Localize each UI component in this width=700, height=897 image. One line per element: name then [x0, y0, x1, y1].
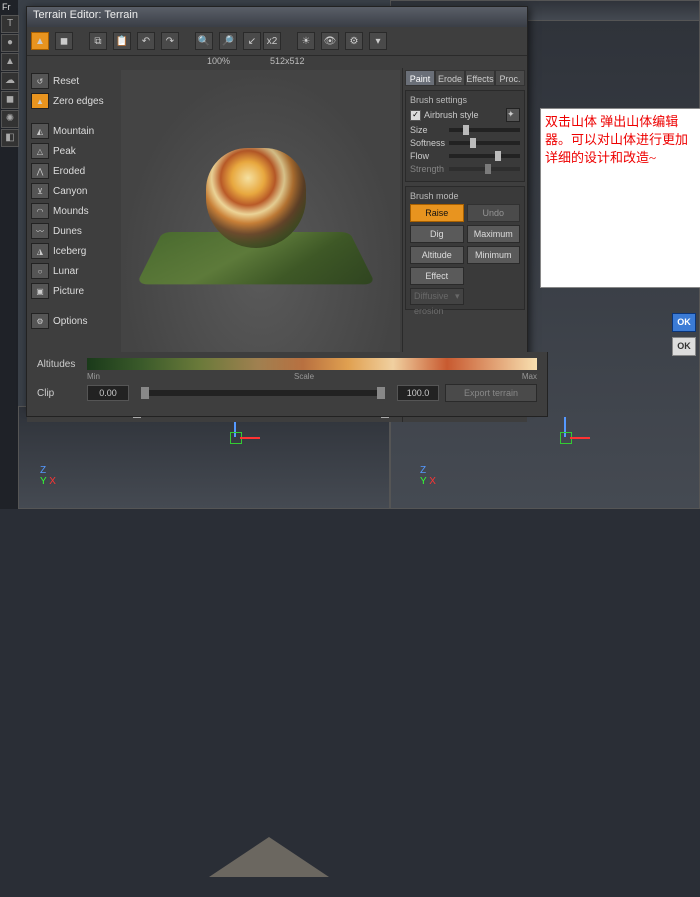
clip-low-input[interactable]: 0.00: [87, 385, 129, 401]
strength-slider: [449, 167, 520, 171]
brush-settings-group: Brush settings ✓Airbrush style ✦ Size Sof…: [405, 90, 525, 182]
preset-iceberg[interactable]: ◮Iceberg: [29, 242, 117, 260]
scale-up-icon[interactable]: x2: [263, 32, 281, 50]
altitude-button[interactable]: Altitude: [410, 246, 464, 264]
dig-button[interactable]: Dig: [410, 225, 464, 243]
tool-sphere-icon[interactable]: ●: [1, 34, 19, 52]
tool-cloud-icon[interactable]: ☁: [1, 72, 19, 90]
preset-peak[interactable]: △Peak: [29, 142, 117, 160]
canvas-size: 512x512: [270, 56, 305, 66]
terrain-editor-window: Terrain Editor: Terrain ▲ ◼ ⧉ 📋 ↶ ↷ 🔍 🔎 …: [26, 6, 528, 408]
window-title: Terrain Editor: Terrain: [33, 9, 138, 21]
tool-misc-icon[interactable]: ◧: [1, 129, 19, 147]
preset-picture[interactable]: ▣Picture: [29, 282, 117, 300]
paste-icon[interactable]: 📋: [113, 32, 131, 50]
panel-tabs: Paint Erode Effects Proc.: [405, 70, 525, 86]
tool-text-icon[interactable]: T: [1, 15, 19, 33]
clip-label: Clip: [37, 388, 81, 399]
preset-dunes[interactable]: 〰Dunes: [29, 222, 117, 240]
tool-cube-icon[interactable]: ◼: [1, 91, 19, 109]
minimum-button[interactable]: Minimum: [467, 246, 521, 264]
terrain-silhouette: [149, 827, 389, 897]
maximum-button[interactable]: Maximum: [467, 225, 521, 243]
gradient-scale: Scale: [294, 372, 314, 381]
clip-high-input[interactable]: 100.0: [397, 385, 439, 401]
size-slider[interactable]: [449, 128, 520, 132]
tab-erode[interactable]: Erode: [435, 70, 465, 86]
preset-canyon[interactable]: ⊻Canyon: [29, 182, 117, 200]
zero-edges-button[interactable]: ▲Zero edges: [29, 92, 117, 110]
window-titlebar[interactable]: Terrain Editor: Terrain: [27, 7, 527, 27]
active-tool-icon[interactable]: ▲: [31, 32, 49, 50]
chevron-down-icon: ▾: [455, 289, 460, 304]
altitudes-label: Altitudes: [37, 359, 81, 370]
editor-toolbar: ▲ ◼ ⧉ 📋 ↶ ↷ 🔍 🔎 ↙ x2 ☀ 👁 ⚙ ▾: [27, 27, 527, 56]
brush-mode-group: Brush mode Raise Undo Dig Maximum Altitu…: [405, 186, 525, 310]
altitude-bar: Altitudes Min Scale Max Clip 0.00 100.0 …: [26, 352, 548, 417]
redo-icon[interactable]: ↷: [161, 32, 179, 50]
zoom-value: 100%: [207, 56, 230, 66]
altitude-gradient[interactable]: Min Scale Max: [87, 358, 537, 370]
scale-down-icon[interactable]: ↙: [243, 32, 261, 50]
left-toolbar: Fr T ● ▲ ☁ ◼ ✺ ◧: [0, 0, 18, 509]
tool-icon[interactable]: ◼: [55, 32, 73, 50]
export-terrain-button[interactable]: Export terrain: [445, 384, 537, 402]
terrain-mesh: [151, 130, 361, 300]
brush-mode-title: Brush mode: [410, 191, 520, 201]
clip-slider[interactable]: [141, 390, 385, 396]
axis-indicator-bl: ZY X: [40, 465, 56, 487]
brush-settings-title: Brush settings: [410, 95, 520, 105]
size-label: Size: [410, 125, 446, 135]
raise-button[interactable]: Raise: [410, 204, 464, 222]
softness-label: Softness: [410, 138, 446, 148]
front-view-label: Fr: [0, 0, 18, 14]
preset-mountain[interactable]: ◭Mountain: [29, 122, 117, 140]
tool-light-icon[interactable]: ✺: [1, 110, 19, 128]
undo-icon[interactable]: ↶: [137, 32, 155, 50]
preset-lunar[interactable]: ○Lunar: [29, 262, 117, 280]
ok-button[interactable]: OK: [672, 313, 696, 332]
transform-gizmo-2[interactable]: [555, 432, 585, 462]
erosion-combo[interactable]: Diffusive erosion▾: [410, 288, 464, 305]
flow-label: Flow: [410, 151, 446, 161]
pin-icon[interactable]: ✦: [506, 108, 520, 122]
preset-eroded[interactable]: ⋀Eroded: [29, 162, 117, 180]
ok-button-2[interactable]: OK: [672, 337, 696, 356]
preset-mounds[interactable]: ◠Mounds: [29, 202, 117, 220]
effect-button[interactable]: Effect: [410, 267, 464, 285]
gradient-min: Min: [87, 372, 100, 381]
settings-icon[interactable]: ⚙: [345, 32, 363, 50]
copy-icon[interactable]: ⧉: [89, 32, 107, 50]
airbrush-checkbox[interactable]: ✓: [410, 110, 421, 121]
tab-effects[interactable]: Effects: [465, 70, 495, 86]
softness-slider[interactable]: [449, 141, 520, 145]
strength-label: Strength: [410, 164, 446, 174]
tab-proc[interactable]: Proc.: [495, 70, 525, 86]
gradient-max: Max: [522, 372, 537, 381]
tool-terrain-icon[interactable]: ▲: [1, 53, 19, 71]
reset-button[interactable]: ↺Reset: [29, 72, 117, 90]
axis-indicator-br: ZY X: [420, 465, 436, 487]
chevron-down-icon[interactable]: ▾: [369, 32, 387, 50]
eye-icon[interactable]: 👁: [321, 32, 339, 50]
undo-button[interactable]: Undo: [467, 204, 521, 222]
zoom-in-icon[interactable]: 🔍: [195, 32, 213, 50]
tab-paint[interactable]: Paint: [405, 70, 435, 86]
annotation-note: 双击山体 弹出山体编辑器。可以对山体进行更加详细的设计和改造~: [540, 108, 700, 288]
zoom-out-icon[interactable]: 🔎: [219, 32, 237, 50]
annotation-text: 双击山体 弹出山体编辑器。可以对山体进行更加详细的设计和改造~: [545, 114, 688, 165]
flow-slider[interactable]: [449, 154, 520, 158]
options-button[interactable]: ⚙Options: [29, 312, 117, 330]
transform-gizmo[interactable]: [225, 432, 255, 462]
light-icon[interactable]: ☀: [297, 32, 315, 50]
airbrush-label: Airbrush style: [424, 110, 479, 120]
